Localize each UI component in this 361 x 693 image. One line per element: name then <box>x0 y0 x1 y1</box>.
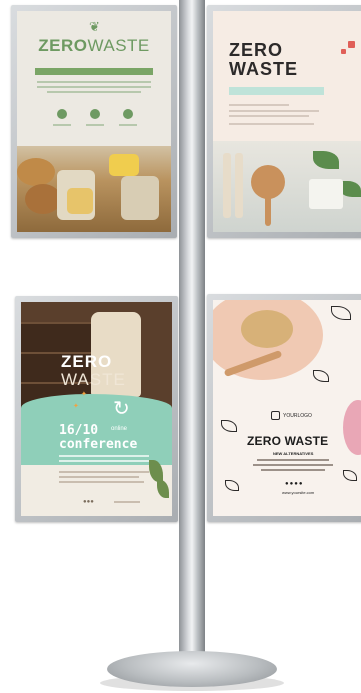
icon-caption <box>86 124 104 126</box>
stand-base <box>107 651 277 687</box>
recycle-icon <box>123 109 133 119</box>
poster-bottom-left: ZERO WASTE ✦ ✦ ↻ 16/10 online conference… <box>21 302 172 516</box>
sparkle-icon: ✦ <box>81 391 87 398</box>
text-line <box>59 476 139 478</box>
icon-caption <box>53 124 71 126</box>
title-line2: WASTE <box>229 59 299 79</box>
soap-bar <box>309 179 343 209</box>
sparkle-icon: ✦ <box>73 403 79 410</box>
text-line <box>229 123 314 125</box>
stand-pole <box>179 0 205 660</box>
text-line <box>59 481 144 483</box>
poster-title: ZERO <box>61 352 113 371</box>
website-text: www.yoursite.com <box>282 490 315 495</box>
wooden-brush <box>251 165 285 199</box>
event-date: 16/10 <box>59 423 99 438</box>
leaf-doodle <box>313 370 329 382</box>
toothbrush <box>235 153 243 218</box>
text-line <box>59 471 149 473</box>
poster-title: ZERO WASTE <box>247 434 329 448</box>
pink-blob <box>343 400 361 455</box>
poster-frame-top-left: ❦ ZEROWASTE <box>11 5 177 238</box>
shelf <box>21 322 91 352</box>
logo-icon <box>271 411 280 420</box>
text-line <box>257 459 329 461</box>
recycle-icon: ↻ <box>113 398 130 420</box>
leaf <box>313 151 339 169</box>
text-line <box>47 91 141 93</box>
text-line <box>253 464 333 466</box>
logo-text: YOURLOGO <box>283 412 312 419</box>
bath-brush <box>241 310 293 348</box>
event-conference: conference <box>59 437 138 452</box>
bread <box>25 184 61 214</box>
poster-stand-scene: ❦ ZEROWASTE ZERO WASTE ZERO WASTE ✦ ✦ ↻ … <box>0 0 361 693</box>
text-line <box>59 455 149 457</box>
leaf-icon: ❦ <box>89 19 100 34</box>
poster-title: ZERO WASTE <box>229 41 298 79</box>
pasta <box>67 188 93 214</box>
poster-top-left: ❦ ZEROWASTE <box>17 11 171 232</box>
event-online: online <box>111 426 128 432</box>
cloth-bag <box>121 176 159 220</box>
text-line <box>37 86 151 88</box>
website-line <box>114 501 140 503</box>
bread <box>17 158 55 186</box>
social-icons: ●●● <box>83 499 94 505</box>
accent-dot <box>341 49 346 54</box>
bathroom-photo <box>213 141 361 232</box>
text-line <box>59 460 149 462</box>
poster-frame-top-right: ZERO WASTE <box>207 5 361 238</box>
text-line <box>229 104 289 106</box>
eco-icon <box>90 109 100 119</box>
poster-frame-bottom-left: ZERO WASTE ✦ ✦ ↻ 16/10 online conference… <box>15 296 178 522</box>
poster-subtitle: NEW ALTERNATIVES <box>273 451 314 456</box>
accent-dot <box>348 41 355 48</box>
social-dots: ●●●● <box>285 481 304 487</box>
leaf-doodle <box>331 306 351 320</box>
text-line <box>229 115 309 117</box>
title-line1: ZERO <box>229 40 284 60</box>
eco-icon <box>57 109 67 119</box>
toothbrush <box>223 153 231 218</box>
poster-subtitle: WASTE <box>61 370 126 389</box>
title-bold: ZERO <box>38 36 88 55</box>
poster-frame-bottom-right: YOURLOGO ZERO WASTE NEW ALTERNATIVES ●●●… <box>207 294 361 522</box>
poster-top-right: ZERO WASTE <box>213 11 361 232</box>
poster-title: ZEROWASTE <box>17 36 171 56</box>
leaf-doodle <box>225 480 239 491</box>
title-light: WASTE <box>87 36 150 55</box>
logo: YOURLOGO <box>271 411 312 420</box>
text-line <box>261 469 325 471</box>
brush-handle <box>265 196 271 226</box>
icon-caption <box>119 124 137 126</box>
heading-band <box>229 87 324 95</box>
bread-photo <box>17 146 171 232</box>
heading-band <box>35 68 153 75</box>
text-line <box>37 81 151 83</box>
poster-bottom-right: YOURLOGO ZERO WASTE NEW ALTERNATIVES ●●●… <box>213 300 361 516</box>
leaf-doodle <box>221 420 237 432</box>
text-line <box>229 110 319 112</box>
leaf-doodle <box>343 470 357 481</box>
lemon <box>109 154 139 176</box>
